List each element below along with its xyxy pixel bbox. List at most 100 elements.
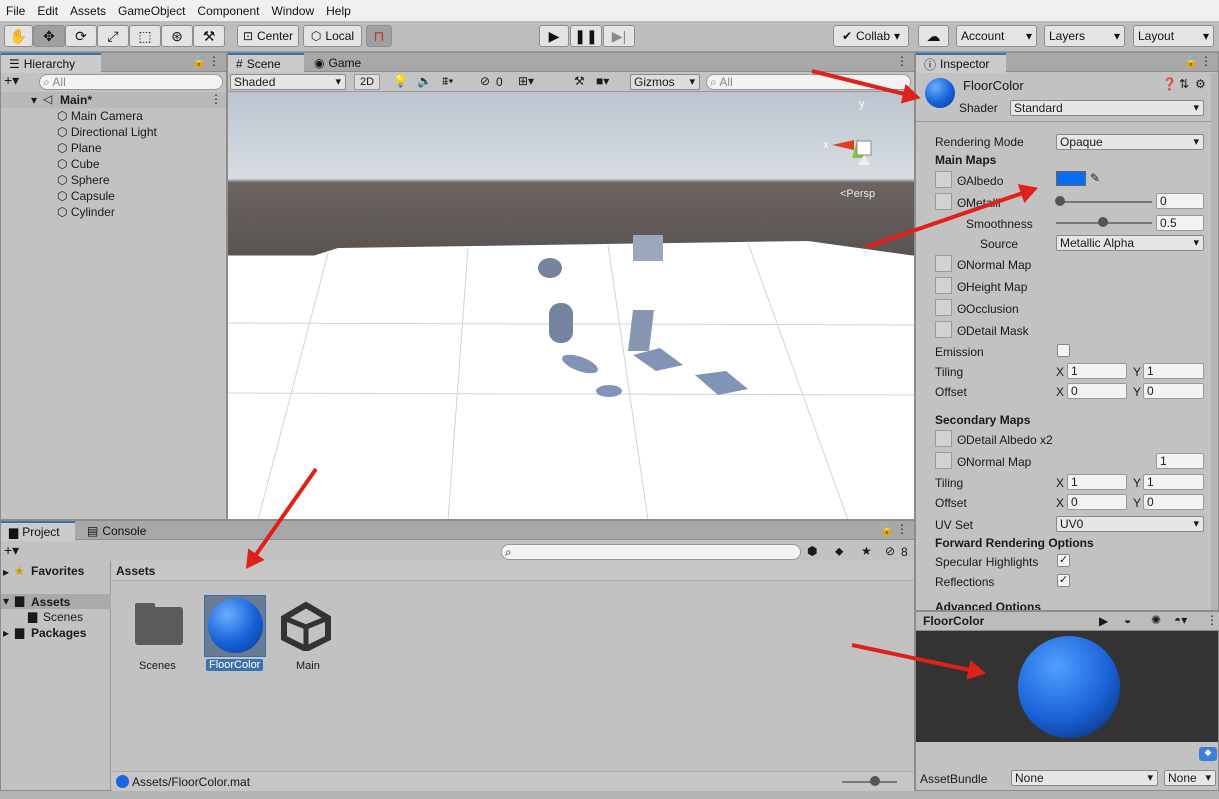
transform-tool-button[interactable]: ⊛	[161, 25, 193, 47]
scenes-folder-label[interactable]: Scenes	[43, 610, 83, 624]
offset2-y-input[interactable]: 0	[1143, 494, 1204, 510]
star-icon[interactable]: ★	[861, 544, 872, 558]
menu-dots-icon[interactable]: ⋮	[1200, 54, 1212, 68]
source-dropdown[interactable]: Metallic Alpha	[1056, 235, 1204, 251]
asset-item-scenes[interactable]: Scenes	[132, 601, 188, 672]
lock-icon[interactable]: 🔒	[192, 55, 206, 68]
height-map-slot[interactable]	[935, 277, 952, 294]
metallic-slider-thumb[interactable]	[1055, 196, 1065, 206]
layout-dropdown[interactable]: Layout ▾	[1133, 25, 1214, 47]
secondary-normal-scale-input[interactable]: 1	[1156, 453, 1204, 469]
detail-mask-slot[interactable]	[935, 321, 952, 338]
albedo-texture-slot[interactable]	[935, 171, 952, 188]
preview-viewport[interactable]	[916, 631, 1218, 742]
tiling2-x-input[interactable]: 1	[1067, 474, 1127, 490]
metallic-texture-slot[interactable]	[935, 193, 952, 210]
menu-file[interactable]: File	[0, 4, 31, 18]
occlusion-slot[interactable]	[935, 299, 952, 316]
menu-dots-icon[interactable]: ⋮	[896, 522, 908, 536]
tab-inspector[interactable]: ⓘ Inspector	[916, 53, 1006, 73]
offset2-x-input[interactable]: 0	[1067, 494, 1127, 510]
audio-icon[interactable]: 🔈	[417, 74, 432, 88]
reflections-checkbox[interactable]: ✓	[1057, 574, 1070, 587]
metallic-slider-track[interactable]	[1056, 201, 1152, 203]
menu-gameobject[interactable]: GameObject	[112, 4, 191, 18]
expand-icon[interactable]: ▸	[3, 565, 9, 579]
tiling-y-input[interactable]: 1	[1143, 363, 1204, 379]
expand-icon[interactable]: ▸	[3, 626, 9, 640]
camera-icon[interactable]: ■▾	[596, 74, 609, 88]
detail-albedo-slot[interactable]	[935, 430, 952, 447]
menu-dots-icon[interactable]: ⋮	[210, 92, 222, 106]
inspector-scrollbar[interactable]	[1211, 73, 1218, 610]
menu-component[interactable]: Component	[191, 4, 265, 18]
gear-icon[interactable]: ⚙	[1195, 77, 1206, 91]
layers-dropdown[interactable]: Layers ▾	[1044, 25, 1125, 47]
mesh-icon[interactable]: ◒	[1124, 613, 1131, 627]
hand-tool-button[interactable]: ✋	[4, 25, 33, 47]
filter-type-icon[interactable]: ⬢	[807, 544, 817, 558]
assets-folder-row[interactable]: ▾ ▆ Assets	[1, 593, 111, 609]
lock-icon[interactable]: 🔒	[1184, 55, 1198, 68]
tab-project[interactable]: ▆ Project	[1, 521, 75, 541]
menu-help[interactable]: Help	[320, 4, 357, 18]
2d-toggle[interactable]: 2D	[354, 74, 380, 90]
smoothness-input[interactable]: 0.5	[1156, 215, 1204, 231]
menu-window[interactable]: Window	[265, 4, 320, 18]
pivot-local-button[interactable]: ⬡ Local	[303, 25, 362, 47]
metallic-input[interactable]: 0	[1156, 193, 1204, 209]
list-item[interactable]: ⬡ Capsule	[57, 188, 157, 204]
gizmos-dropdown[interactable]: Gizmos	[630, 74, 700, 90]
packages-folder-label[interactable]: Packages	[31, 626, 86, 640]
scale-tool-button[interactable]: ⤢	[97, 25, 129, 47]
tiling2-y-input[interactable]: 1	[1143, 474, 1204, 490]
effects-icon[interactable]: ⩩▾	[442, 74, 453, 89]
add-icon[interactable]: +▾	[4, 72, 19, 89]
slider-thumb[interactable]	[870, 776, 880, 786]
emission-checkbox[interactable]	[1057, 344, 1070, 357]
collab-button[interactable]: ✔ Collab ▾	[833, 25, 909, 47]
project-search-input[interactable]: ⌕	[501, 544, 801, 560]
list-item[interactable]: ⬡ Cube	[57, 156, 157, 172]
account-dropdown[interactable]: Account ▾	[956, 25, 1037, 47]
rendering-mode-dropdown[interactable]: Opaque	[1056, 134, 1204, 150]
lock-icon[interactable]: 🔒	[880, 523, 894, 536]
play-button[interactable]: ▶	[539, 25, 569, 47]
hidden-icon[interactable]: ⊘	[480, 74, 490, 88]
custom-tool-button[interactable]: ⚒	[193, 25, 225, 47]
move-tool-button[interactable]: ✥	[33, 25, 65, 47]
secondary-normal-slot[interactable]	[935, 452, 952, 469]
menu-dots-icon[interactable]: ⋮	[208, 54, 220, 68]
tab-console[interactable]: ▤ Console	[79, 521, 159, 540]
tag-icon[interactable]: ◆	[1199, 747, 1217, 761]
assets-header[interactable]: Assets	[116, 564, 155, 578]
tools-icon[interactable]: ⚒	[574, 74, 585, 88]
list-item[interactable]: ⬡ Directional Light	[57, 124, 157, 140]
list-item[interactable]: ⬡ Main Camera	[57, 108, 157, 124]
scene-expand-icon[interactable]: ▾	[31, 93, 37, 107]
rotate-tool-button[interactable]: ⟳	[65, 25, 97, 47]
help-icon[interactable]: ❓	[1162, 77, 1177, 91]
grid-snap-icon[interactable]: ⊞▾	[518, 74, 534, 88]
add-icon[interactable]: +▾	[4, 542, 19, 559]
shader-dropdown[interactable]: Standard	[1010, 100, 1204, 116]
label-icon[interactable]: ⬥	[835, 544, 843, 559]
rect-tool-button[interactable]: ⬚	[129, 25, 161, 47]
specular-highlights-checkbox[interactable]: ✓	[1057, 554, 1070, 567]
list-item[interactable]: ⬡ Cylinder	[57, 204, 157, 220]
step-button[interactable]: ▶|	[603, 25, 635, 47]
offset-x-input[interactable]: 0	[1067, 383, 1127, 399]
uv-set-dropdown[interactable]: UV0	[1056, 516, 1204, 532]
snap-button[interactable]: ⊓	[366, 25, 392, 47]
preview-shape-icon[interactable]: ◓▾	[1174, 613, 1187, 627]
tab-game[interactable]: ◉ Game	[306, 53, 376, 72]
eyedropper-icon[interactable]: ✎	[1090, 171, 1100, 185]
hidden-icon[interactable]: ⊘	[885, 544, 895, 558]
light-icon[interactable]: 💡	[393, 74, 408, 88]
scene-viewport[interactable]: y x <Persp	[228, 93, 914, 519]
menu-dots-icon[interactable]: ⋮	[1206, 613, 1218, 627]
list-item[interactable]: ⬡ Plane	[57, 140, 157, 156]
list-item[interactable]: ⬡ Sphere	[57, 172, 157, 188]
projection-label[interactable]: <Persp	[840, 188, 875, 200]
hierarchy-search-input[interactable]: ⌕ All	[39, 74, 223, 90]
